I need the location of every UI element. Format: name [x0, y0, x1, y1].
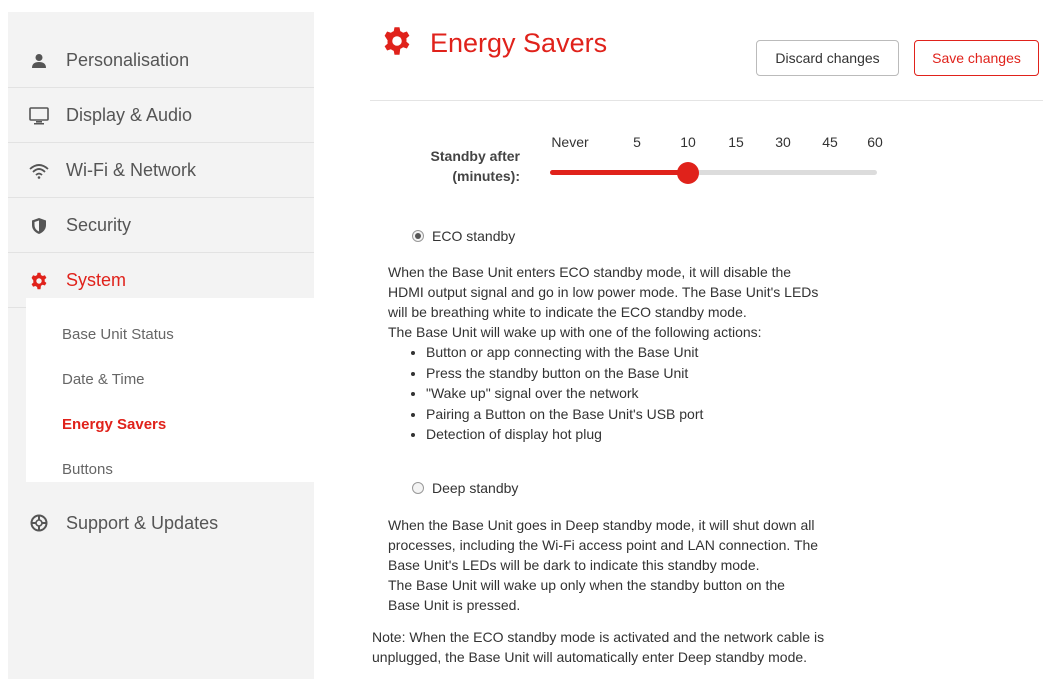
eco-desc-line: When the Base Unit enters ECO standby mo…: [388, 264, 792, 280]
standby-label-line2: (minutes):: [452, 168, 520, 184]
sidebar-item-display-audio[interactable]: Display & Audio: [8, 89, 314, 143]
sidebar-item-label: Support & Updates: [66, 512, 219, 533]
monitor-icon: [24, 106, 54, 125]
deep-standby-radio[interactable]: Deep standby: [412, 480, 518, 496]
tick-label[interactable]: 30: [775, 134, 791, 150]
sidebar-item-label: System: [66, 270, 127, 290]
sidebar-item-personalisation[interactable]: Personalisation: [8, 34, 314, 88]
save-changes-button[interactable]: Save changes: [914, 40, 1039, 76]
sidebar-item-security[interactable]: Security: [8, 199, 314, 253]
eco-standby-label: ECO standby: [432, 228, 516, 244]
sidebar-item-label: Personalisation: [66, 50, 190, 70]
sidebar-item-label: Security: [66, 215, 132, 235]
tick-label[interactable]: Never: [551, 134, 588, 150]
standby-slider-fill: [550, 170, 688, 175]
main-panel: Energy Savers Discard changes Save chang…: [370, 0, 1043, 679]
standby-note: Note: When the ECO standby mode is activ…: [372, 627, 992, 667]
standby-label-line1: Standby after: [430, 148, 520, 164]
eco-wake-actions-list: Button or app connecting with the Base U…: [388, 342, 948, 445]
page-title: Energy Savers: [430, 28, 608, 58]
list-item: Button or app connecting with the Base U…: [426, 342, 948, 363]
eco-standby-radio[interactable]: ECO standby: [412, 228, 515, 244]
deep-desc-line: The Base Unit will wake up only when the…: [388, 577, 785, 593]
eco-description: When the Base Unit enters ECO standby mo…: [388, 262, 948, 445]
list-item: Pairing a Button on the Base Unit's USB …: [426, 404, 948, 425]
sidebar-item-wifi-network[interactable]: Wi-Fi & Network: [8, 144, 314, 198]
person-icon: [24, 53, 54, 69]
eco-desc-line: The Base Unit will wake up with one of t…: [388, 324, 762, 340]
list-item: "Wake up" signal over the network: [426, 383, 948, 404]
subnav-item-date-time[interactable]: Date & Time: [62, 371, 145, 388]
deep-desc-line: Base Unit's LEDs will be dark to indicat…: [388, 557, 760, 573]
discard-changes-button[interactable]: Discard changes: [756, 40, 899, 76]
wifi-icon: [24, 163, 54, 179]
deep-description: When the Base Unit goes in Deep standby …: [388, 515, 948, 615]
deep-desc-line: When the Base Unit goes in Deep standby …: [388, 517, 815, 533]
deep-standby-label: Deep standby: [432, 480, 519, 496]
tick-label[interactable]: 45: [822, 134, 838, 150]
system-submenu: Base Unit Status Date & Time Energy Save…: [26, 298, 314, 482]
subnav-item-energy-savers[interactable]: Energy Savers: [62, 416, 166, 433]
sidebar-item-support-updates[interactable]: Support & Updates: [8, 496, 314, 550]
note-line: unplugged, the Base Unit will automatica…: [372, 649, 808, 665]
radio-dot[interactable]: [412, 482, 424, 494]
radio-dot[interactable]: [412, 230, 424, 242]
eco-desc-line: will be breathing white to indicate the …: [388, 304, 747, 320]
sidebar-item-label: Wi-Fi & Network: [66, 160, 196, 180]
tick-label[interactable]: 5: [633, 134, 641, 150]
subnav-item-buttons[interactable]: Buttons: [62, 461, 113, 478]
tick-label[interactable]: 60: [867, 134, 883, 150]
deep-desc-line: Base Unit is pressed.: [388, 597, 521, 613]
note-line: Note: When the ECO standby mode is activ…: [372, 629, 825, 645]
standby-label: Standby after (minutes):: [400, 146, 520, 186]
subnav-item-base-unit-status[interactable]: Base Unit Status: [62, 326, 174, 343]
shield-icon: [24, 217, 54, 235]
tick-label[interactable]: 10: [680, 134, 696, 150]
lifebuoy-icon: [24, 514, 54, 532]
list-item: Press the standby button on the Base Uni…: [426, 363, 948, 384]
header-divider: [370, 100, 1043, 101]
tick-label[interactable]: 15: [728, 134, 744, 150]
eco-desc-line: HDMI output signal and go in low power m…: [388, 284, 819, 300]
gear-icon: [382, 26, 412, 60]
sidebar-item-label: Display & Audio: [66, 105, 193, 125]
list-item: Detection of display hot plug: [426, 424, 948, 445]
gear-icon: [24, 272, 54, 290]
deep-desc-line: processes, including the Wi-Fi access po…: [388, 537, 819, 553]
standby-slider-handle[interactable]: [677, 162, 699, 184]
